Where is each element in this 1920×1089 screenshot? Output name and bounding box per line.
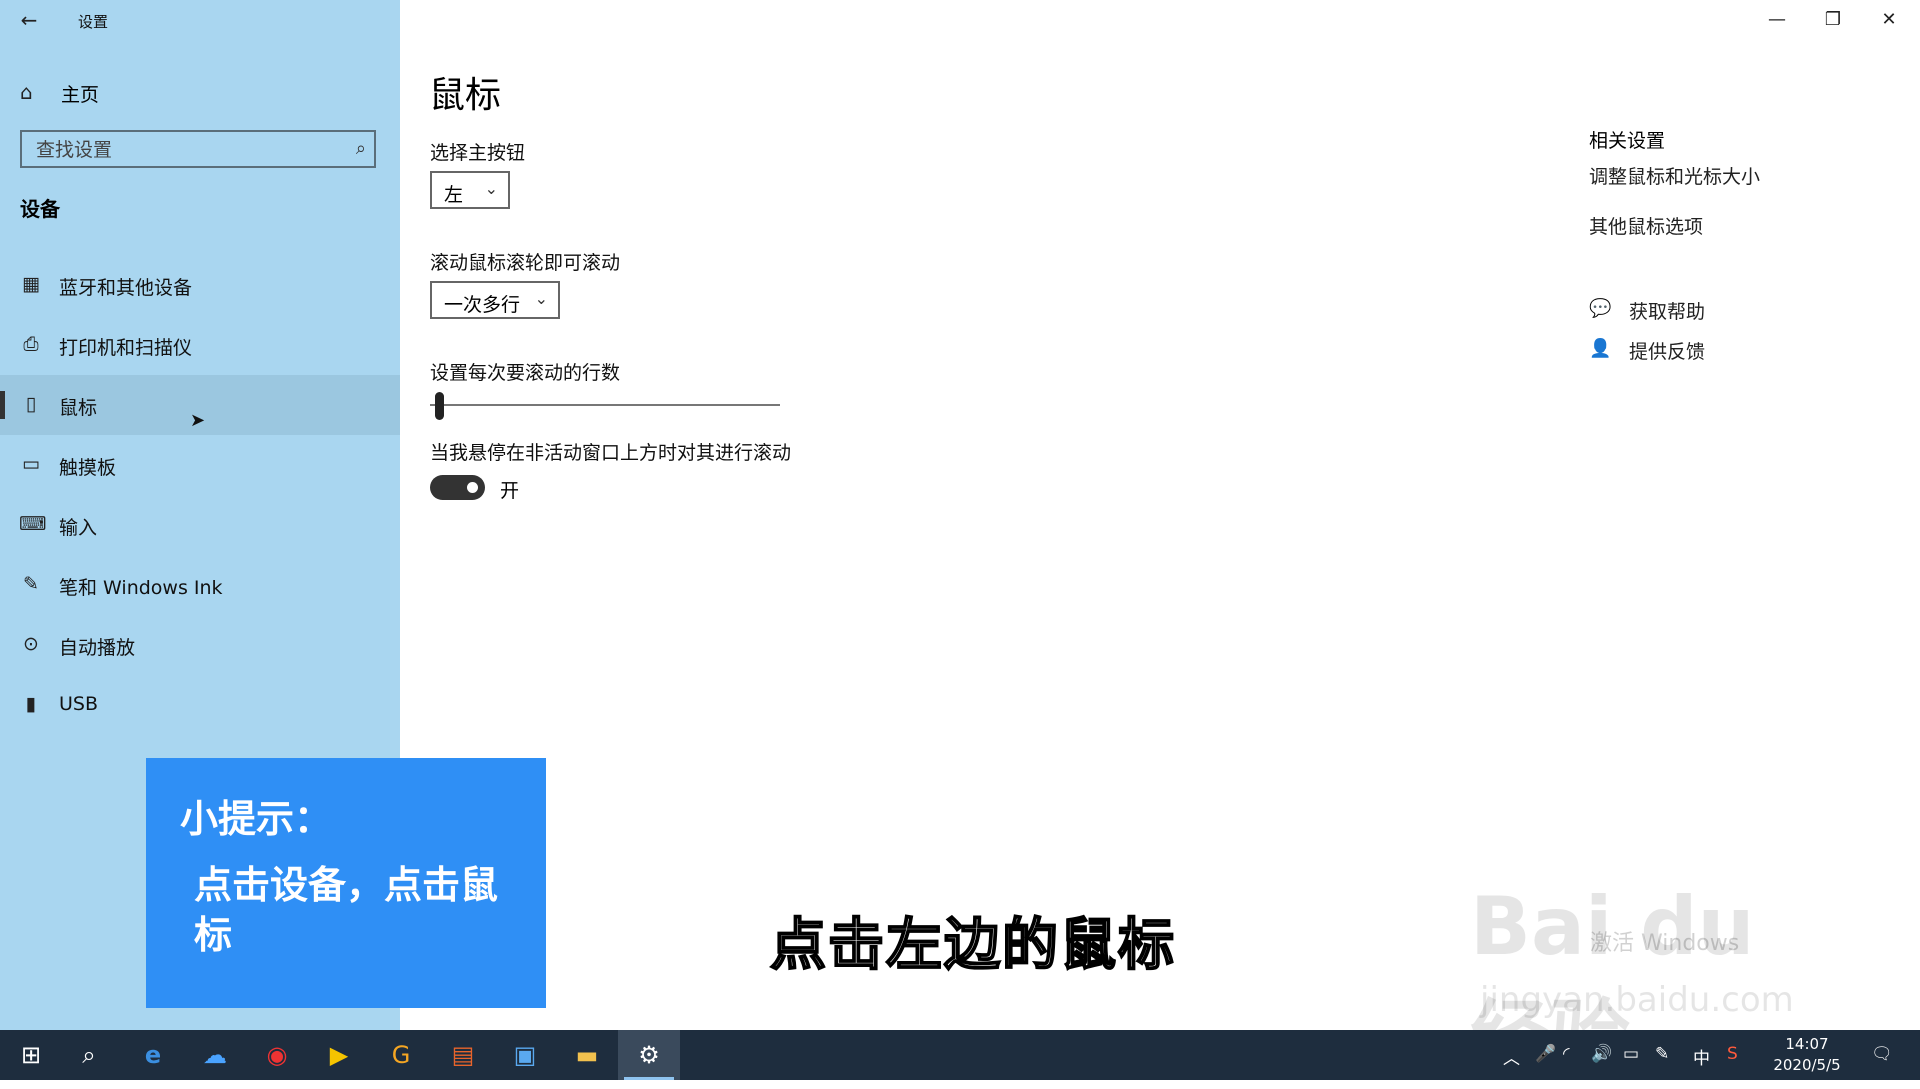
- scroll-wheel-value: 一次多行: [444, 294, 521, 316]
- minimize-button[interactable]: —: [1749, 0, 1805, 40]
- app-title: 设置: [78, 13, 109, 31]
- primary-button-value: 左: [444, 184, 464, 206]
- sidebar-item-label: USB: [59, 693, 99, 715]
- sidebar-item-touchpad[interactable]: ▭ 触摸板: [0, 435, 400, 495]
- section-title: 设备: [20, 197, 60, 221]
- bluetooth-devices-icon: ▦: [22, 273, 40, 295]
- grammarly-icon[interactable]: G: [370, 1030, 432, 1080]
- notification-icon[interactable]: 🗨: [1871, 1044, 1893, 1064]
- keyboard-icon: ⌨: [19, 513, 47, 535]
- touchpad-icon: ▭: [22, 453, 40, 475]
- primary-button-label: 选择主按钮: [430, 142, 526, 164]
- sidebar-item-home[interactable]: ⌂ 主页: [0, 70, 400, 112]
- clock[interactable]: 14:07 2020/5/5: [1763, 1034, 1851, 1076]
- get-help-label: 获取帮助: [1629, 301, 1706, 323]
- home-icon: ⌂: [20, 80, 33, 104]
- chevron-down-icon: ⌄: [484, 179, 498, 198]
- usb-icon: ▮: [25, 693, 37, 715]
- microphone-icon[interactable]: 🎤: [1535, 1044, 1556, 1064]
- scroll-lines-label: 设置每次要滚动的行数: [430, 362, 621, 384]
- mouse-icon: ▯: [25, 393, 37, 415]
- sidebar-item-label: 输入: [59, 517, 98, 539]
- settings-icon[interactable]: ⚙: [618, 1030, 680, 1080]
- feedback-person-icon: 👤: [1589, 338, 1612, 359]
- powerpoint-icon[interactable]: ▤: [432, 1030, 494, 1080]
- help-chat-icon: 💬: [1589, 298, 1612, 319]
- chevron-down-icon: ⌄: [534, 289, 548, 308]
- sidebar-item-autoplay[interactable]: ⊙ 自动播放: [0, 615, 400, 675]
- video-caption: 点击左边的鼠标: [769, 912, 1176, 979]
- title-bar: ← 设置: [0, 0, 400, 40]
- feedback-label: 提供反馈: [1629, 341, 1706, 363]
- netease-music-icon[interactable]: ◉: [246, 1030, 308, 1080]
- inactive-scroll-label: 当我悬停在非活动窗口上方时对其进行滚动: [430, 442, 792, 464]
- sogou-ime-icon[interactable]: S: [1727, 1044, 1738, 1064]
- link-mouse-cursor-size[interactable]: 调整鼠标和光标大小: [1589, 162, 1760, 189]
- taskbar: ⊞ ⌕ e ☁ ◉ ▶ G ▤ ▣ ▬ ⚙ ︿ 🎤 ◜ 🔊 ▭ ✎ 中 S 14…: [0, 1030, 1920, 1080]
- search-icon[interactable]: ⌕: [356, 138, 366, 159]
- scroll-lines-slider-track[interactable]: [430, 404, 780, 406]
- baidu-netdisk-icon[interactable]: ☁: [184, 1030, 246, 1080]
- sidebar-item-label: 笔和 Windows Ink: [59, 577, 223, 599]
- toggle-state-label: 开: [500, 480, 520, 502]
- tencent-video-icon[interactable]: ▶: [308, 1030, 370, 1080]
- get-help-link[interactable]: 💬 获取帮助: [1589, 297, 1705, 323]
- primary-button-select[interactable]: 左 ⌄: [430, 171, 510, 209]
- pen-workspace-icon[interactable]: ✎: [1655, 1044, 1669, 1064]
- search-input[interactable]: [34, 132, 338, 168]
- store-icon[interactable]: ▣: [494, 1030, 556, 1080]
- link-additional-mouse-options[interactable]: 其他鼠标选项: [1589, 212, 1703, 239]
- chevron-up-icon[interactable]: ︿: [1503, 1044, 1520, 1069]
- tip-box: 小提示： 点击设备，点击鼠标: [146, 758, 546, 1008]
- network-icon[interactable]: ◜: [1563, 1044, 1570, 1064]
- sidebar-item-label: 触摸板: [59, 457, 117, 479]
- tip-title: 小提示：: [180, 797, 333, 841]
- search-icon[interactable]: ⌕: [58, 1030, 120, 1080]
- watermark-sub: jingyan.baidu.com: [1480, 980, 1794, 1020]
- battery-icon[interactable]: ▭: [1623, 1044, 1639, 1064]
- page-title: 鼠标: [429, 75, 502, 116]
- home-label: 主页: [61, 84, 100, 106]
- start-icon[interactable]: ⊞: [0, 1030, 62, 1080]
- mouse-pointer-icon: ➤: [190, 410, 206, 431]
- file-explorer-icon[interactable]: ▬: [556, 1030, 618, 1080]
- sidebar-item-usb[interactable]: ▮ USB: [0, 675, 400, 735]
- sidebar-item-pen[interactable]: ✎ 笔和 Windows Ink: [0, 555, 400, 615]
- edge-icon[interactable]: e: [122, 1030, 184, 1080]
- back-arrow-icon[interactable]: ←: [14, 8, 44, 32]
- selection-indicator: [0, 391, 5, 419]
- feedback-link[interactable]: 👤 提供反馈: [1589, 337, 1705, 363]
- toggle-knob: [467, 482, 478, 493]
- sidebar-item-bluetooth[interactable]: ▦ 蓝牙和其他设备: [0, 255, 400, 315]
- pen-icon: ✎: [23, 573, 39, 595]
- search-box[interactable]: ⌕: [20, 130, 376, 168]
- sidebar-item-label: 自动播放: [59, 637, 136, 659]
- autoplay-icon: ⊙: [23, 633, 39, 655]
- sidebar-item-label: 鼠标: [59, 397, 98, 419]
- clock-time: 14:07: [1785, 1035, 1829, 1053]
- activate-windows-text: 激活 Windows: [1590, 931, 1740, 956]
- maximize-button[interactable]: ❐: [1805, 0, 1861, 40]
- inactive-scroll-toggle[interactable]: [430, 475, 485, 500]
- nav-list: ▦ 蓝牙和其他设备 ⎙ 打印机和扫描仪 ▯ 鼠标 ▭ 触摸板 ⌨ 输入 ✎ 笔和…: [0, 255, 400, 735]
- sidebar-item-label: 打印机和扫描仪: [59, 337, 193, 359]
- scroll-lines-slider-thumb[interactable]: [435, 392, 444, 420]
- volume-icon[interactable]: 🔊: [1591, 1044, 1612, 1064]
- scroll-wheel-select[interactable]: 一次多行 ⌄: [430, 281, 560, 319]
- printer-icon: ⎙: [23, 333, 39, 355]
- tip-body: 点击设备，点击鼠标: [194, 863, 499, 957]
- sidebar-item-printers[interactable]: ⎙ 打印机和扫描仪: [0, 315, 400, 375]
- ime-indicator[interactable]: 中: [1693, 1044, 1710, 1069]
- sidebar-item-label: 蓝牙和其他设备: [59, 277, 193, 299]
- scroll-wheel-label: 滚动鼠标滚轮即可滚动: [430, 252, 621, 274]
- close-button[interactable]: ✕: [1861, 0, 1917, 40]
- clock-date: 2020/5/5: [1773, 1056, 1841, 1074]
- sidebar-item-typing[interactable]: ⌨ 输入: [0, 495, 400, 555]
- related-settings-title: 相关设置: [1589, 130, 1666, 152]
